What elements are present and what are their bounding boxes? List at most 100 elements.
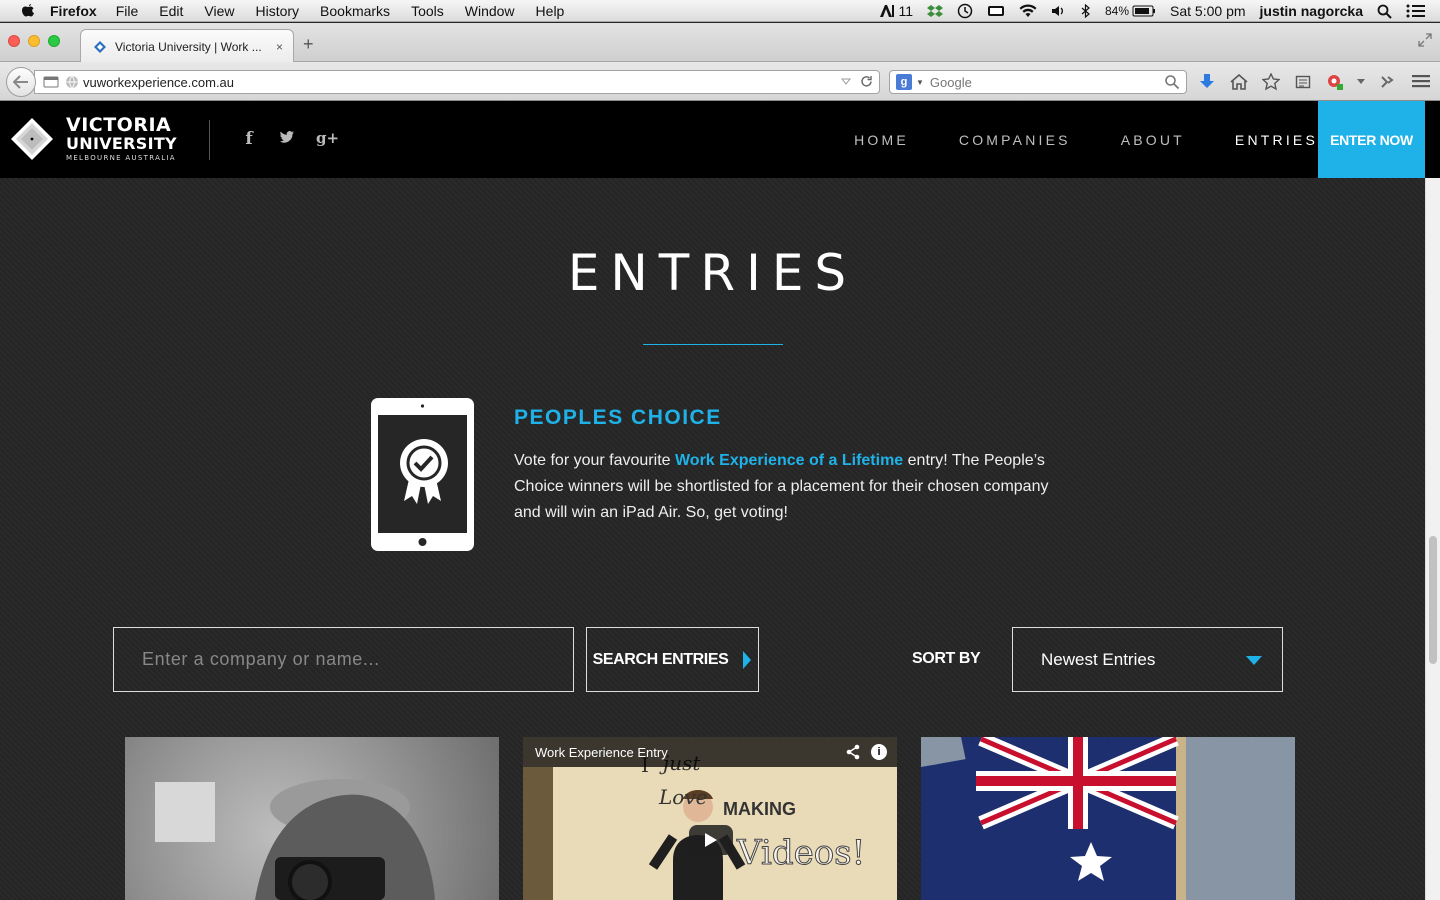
video-word-3: Love (659, 785, 708, 809)
bluetooth-icon[interactable] (1081, 4, 1091, 18)
web-search-bar[interactable]: g ▼ Google (889, 70, 1187, 94)
header-divider (209, 120, 210, 160)
enter-now-button[interactable]: ENTER NOW (1318, 101, 1425, 178)
menu-app-firefox[interactable]: Firefox (50, 3, 97, 19)
downloads-icon[interactable] (1196, 71, 1218, 93)
menubar-user[interactable]: justin nagorcka (1260, 3, 1363, 19)
menu-window[interactable]: Window (465, 3, 515, 19)
company-search-input[interactable]: Enter a company or name... (113, 627, 574, 692)
menu-view[interactable]: View (204, 3, 234, 19)
menu-tools[interactable]: Tools (411, 3, 444, 19)
tab-groups-icon[interactable] (43, 76, 59, 88)
addon-icon[interactable] (1324, 71, 1346, 93)
home-icon[interactable] (1228, 71, 1250, 93)
work-experience-link[interactable]: Work Experience of a Lifetime (675, 452, 903, 469)
menu-history[interactable]: History (255, 3, 299, 19)
chevron-down-icon (1246, 656, 1262, 665)
video-title-bar: Work Experience Entry i (523, 737, 897, 767)
play-icon (705, 833, 717, 847)
reload-icon[interactable] (860, 75, 873, 88)
victoria-university-logo[interactable]: VICTORIA UNIVERSITY MELBOURNE AUSTRALIA (10, 116, 177, 162)
addon-dropdown-icon[interactable] (1356, 71, 1366, 93)
extension-icon[interactable] (1376, 71, 1398, 93)
ipad-award-icon (371, 398, 474, 551)
url-dropdown-icon[interactable] (840, 75, 852, 87)
title-underline (643, 344, 783, 345)
page-scrollbar[interactable] (1425, 178, 1440, 900)
time-machine-icon[interactable] (957, 3, 973, 19)
reading-list-icon[interactable] (1292, 71, 1314, 93)
fullscreen-icon[interactable] (1418, 33, 1432, 47)
search-placeholder: Google (929, 74, 972, 90)
tab-title: Victoria University | Work ... (115, 39, 262, 54)
vu-favicon-icon (94, 40, 106, 53)
browser-nav-bar: vuworkexperience.com.au g ▼ Google (0, 62, 1440, 101)
logo-victoria: VICTORIA (66, 114, 172, 136)
adobe-icon[interactable]: 11 (879, 3, 913, 19)
info-icon[interactable]: i (871, 744, 887, 760)
browser-menu-icon[interactable] (1412, 73, 1430, 89)
battery-status[interactable]: 84% (1105, 4, 1156, 18)
sort-selected-value: Newest Entries (1041, 649, 1156, 669)
menu-help[interactable]: Help (536, 3, 565, 19)
search-go-icon[interactable] (1164, 74, 1180, 90)
notification-center-icon[interactable] (1406, 4, 1426, 18)
video-title[interactable]: Work Experience Entry (535, 745, 668, 760)
site-nav: HOME COMPANIES ABOUT ENTRIES (804, 101, 1318, 178)
sort-select[interactable]: Newest Entries (1012, 627, 1283, 692)
facebook-icon[interactable]: f (240, 129, 258, 149)
entry-card-flag[interactable] (921, 737, 1295, 900)
share-icon[interactable] (845, 744, 861, 760)
menu-bookmarks[interactable]: Bookmarks (320, 3, 390, 19)
adobe-count: 11 (898, 3, 913, 19)
tab-close-icon[interactable]: × (276, 40, 283, 54)
menu-edit[interactable]: Edit (159, 3, 183, 19)
google-engine-icon[interactable]: g (896, 74, 912, 90)
battery-icon (1132, 5, 1156, 17)
window-zoom-button[interactable] (48, 35, 60, 47)
browser-tab-active[interactable]: Victoria University | Work ... × (80, 29, 294, 63)
nav-entries[interactable]: ENTRIES (1235, 132, 1318, 148)
logo-melbourne-australia: MELBOURNE AUSTRALIA (66, 154, 176, 162)
photographer-image (155, 779, 435, 900)
menubar-clock[interactable]: Sat 5:00 pm (1170, 3, 1246, 19)
twitter-icon[interactable] (278, 129, 296, 149)
new-tab-button[interactable]: + (303, 34, 314, 55)
nav-about[interactable]: ABOUT (1121, 132, 1185, 148)
battery-widget-icon[interactable] (987, 4, 1005, 18)
scrollbar-thumb[interactable] (1429, 536, 1437, 664)
engine-dropdown-icon[interactable]: ▼ (916, 78, 924, 87)
entry-card-video[interactable]: I just Love MAKING Videos! Work Experien… (523, 737, 897, 900)
back-arrow-icon (13, 75, 28, 89)
entry-card-photographer[interactable] (125, 737, 499, 900)
video-word-5: Videos! (736, 833, 866, 874)
vu-diamond-logo-icon (11, 118, 53, 160)
window-minimize-button[interactable] (28, 35, 40, 47)
url-bar[interactable]: vuworkexperience.com.au (34, 70, 880, 94)
site-identity-icon[interactable] (65, 75, 79, 89)
spotlight-icon[interactable] (1377, 4, 1392, 19)
arrow-right-icon (743, 650, 752, 669)
window-close-button[interactable] (8, 35, 20, 47)
apple-icon[interactable] (20, 3, 36, 19)
dropbox-icon[interactable] (927, 3, 943, 19)
peoples-choice-text-start: Vote for your favourite (514, 452, 675, 469)
video-word-4: MAKING (723, 799, 796, 819)
google-plus-icon[interactable]: g+ (316, 129, 339, 149)
volume-icon[interactable] (1051, 4, 1067, 18)
page-title: ENTRIES (567, 244, 858, 302)
australian-flag-image (921, 737, 1295, 900)
entries-page: ENTRIES PEOPLES CHOICE Vote for your fav… (0, 178, 1425, 900)
nav-companies[interactable]: COMPANIES (959, 132, 1071, 148)
search-entries-button[interactable]: SEARCH ENTRIES (586, 627, 759, 692)
back-button[interactable] (6, 67, 36, 97)
battery-percent: 84% (1105, 4, 1130, 18)
macos-menu-bar: Firefox File Edit View History Bookmarks… (0, 0, 1440, 22)
menu-file[interactable]: File (116, 3, 139, 19)
wifi-icon[interactable] (1019, 4, 1037, 18)
peoples-choice-text: Vote for your favourite Work Experience … (514, 448, 1059, 526)
bookmark-star-icon[interactable] (1260, 71, 1282, 93)
nav-home[interactable]: HOME (854, 132, 909, 148)
browser-tab-bar: Victoria University | Work ... × + (0, 23, 1440, 63)
video-play-button[interactable] (689, 825, 733, 855)
